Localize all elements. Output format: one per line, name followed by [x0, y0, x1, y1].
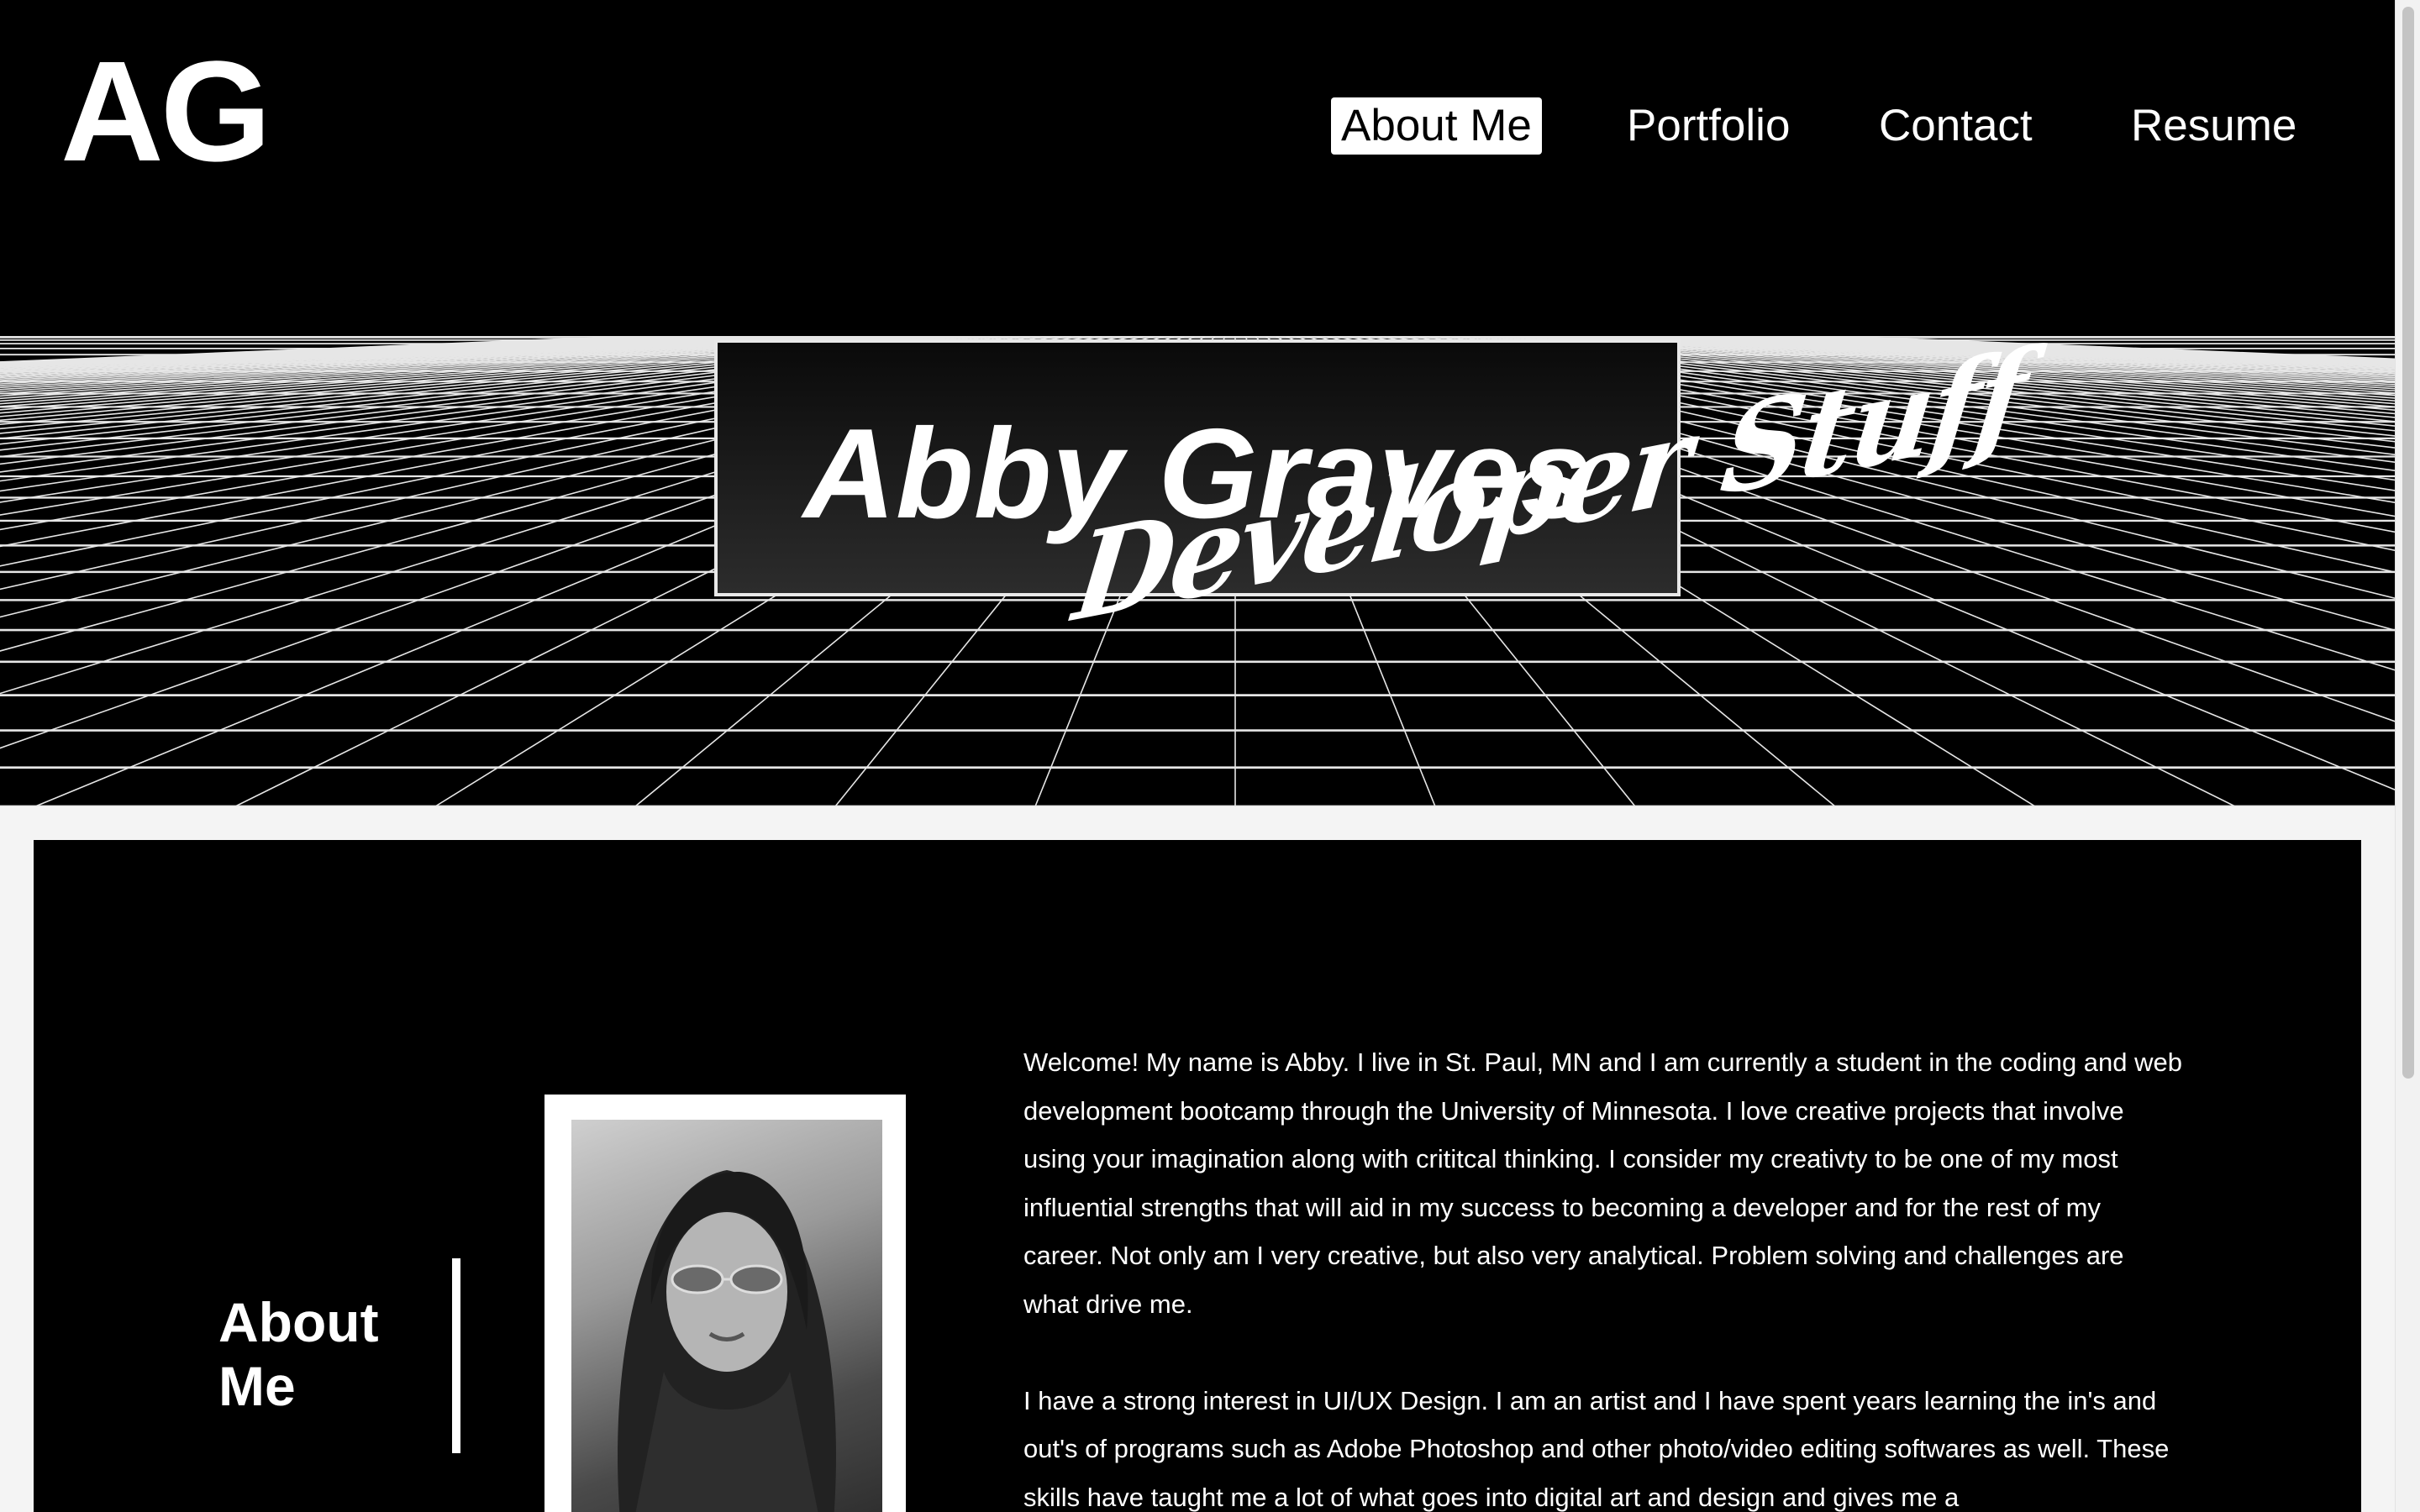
site-header: AG About Me Portfolio Contact Resume — [0, 0, 2395, 336]
vertical-scrollbar[interactable] — [2395, 0, 2420, 1512]
nav-link-about-me[interactable]: About Me — [1331, 97, 1542, 155]
about-bio: Welcome! My name is Abby. I live in St. … — [1023, 1038, 2183, 1512]
hero-banner: Abby Graves Developer Stuff — [0, 336, 2395, 806]
bio-paragraph: Welcome! My name is Abby. I live in St. … — [1023, 1047, 2183, 1319]
about-section: About Me Welcome! My name is Abby. I liv… — [34, 840, 2361, 1512]
profile-photo-frame — [544, 1095, 906, 1512]
main-nav: About Me Portfolio Contact Resume — [0, 97, 2395, 156]
nav-link-resume[interactable]: Resume — [2121, 97, 2307, 155]
bio-paragraph: I have a strong interest in UI/UX Design… — [1023, 1385, 2170, 1512]
nav-link-portfolio[interactable]: Portfolio — [1617, 97, 1800, 155]
portrait-photo-icon — [618, 1170, 836, 1512]
page: AG About Me Portfolio Contact Resume Abb… — [0, 0, 2420, 1512]
profile-photo — [571, 1120, 882, 1512]
nav-link-contact[interactable]: Contact — [1869, 97, 2043, 155]
about-heading: About Me — [218, 1291, 379, 1417]
scrollbar-thumb[interactable] — [2402, 7, 2414, 1079]
heading-divider — [452, 1258, 460, 1453]
